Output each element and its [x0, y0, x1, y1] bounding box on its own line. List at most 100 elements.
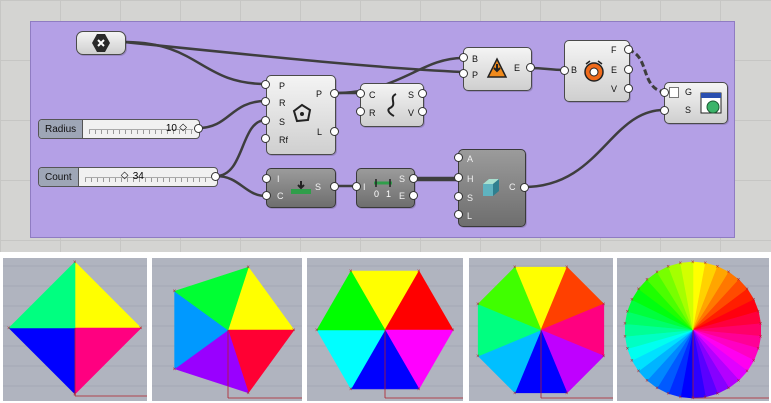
explode-output-s[interactable]: S	[408, 90, 414, 100]
flip-input-b[interactable]: B	[472, 54, 478, 64]
preview-input-s[interactable]: S	[685, 105, 691, 115]
vertex-marker: ×	[349, 387, 353, 393]
vertex-marker: ×	[752, 298, 756, 304]
deconstruct-output-f[interactable]: F	[611, 45, 617, 55]
vertex-marker: ×	[73, 260, 77, 266]
vertex-marker: ×	[626, 347, 630, 353]
polygon-output-l[interactable]: L	[317, 127, 322, 137]
colour-hsl-component[interactable]: A H S L C	[458, 149, 526, 227]
series-output-s[interactable]: S	[315, 182, 321, 192]
series-input-c[interactable]: C	[277, 191, 284, 201]
preview-pentagon: × × × × ×	[152, 258, 302, 401]
deconstruct-input-b[interactable]: B	[571, 65, 577, 75]
remap-component[interactable]: I S E 0 1	[356, 168, 415, 208]
polygon-input-s[interactable]: S	[279, 117, 285, 127]
explode-output-v[interactable]: V	[408, 108, 414, 118]
vertex-marker: ×	[637, 369, 641, 375]
radius-value: 10	[165, 123, 177, 134]
vertex-marker: ×	[476, 302, 480, 308]
vertex-marker: ×	[349, 269, 353, 275]
polygon-input-rf[interactable]: Rf	[279, 135, 288, 145]
series-input-i[interactable]: I	[277, 174, 280, 184]
colour-input-a[interactable]: A	[467, 154, 473, 164]
vertex-marker: ×	[513, 391, 517, 397]
slider-thumb-icon[interactable]: ◇	[121, 170, 129, 181]
vertex-marker: ×	[315, 328, 319, 334]
colour-output-c[interactable]: C	[509, 182, 516, 192]
vertex-marker: ×	[655, 386, 659, 392]
vertex-marker: ×	[716, 391, 720, 397]
explode-input-c[interactable]: C	[369, 90, 376, 100]
svg-text:1: 1	[386, 189, 391, 199]
remap-input-i[interactable]: I	[363, 182, 366, 192]
explode-component[interactable]: C R S V	[360, 83, 424, 127]
vertex-marker: ×	[626, 309, 630, 315]
vertex-marker: ×	[703, 261, 707, 267]
polygon-input-p[interactable]: P	[279, 81, 285, 91]
vertex-marker: ×	[759, 322, 763, 328]
colour-input-l[interactable]: L	[467, 211, 472, 221]
polygon-icon	[292, 103, 312, 123]
vertex-marker: ×	[173, 367, 177, 373]
deconstruct-brep-component[interactable]: B F E V	[564, 40, 630, 102]
colour-input-h[interactable]: H	[467, 174, 474, 184]
vertex-marker: ×	[630, 358, 634, 364]
preview-octagon: × × × × × × × ×	[469, 258, 613, 401]
preview-square: × × × ×	[3, 258, 147, 401]
vertex-marker: ×	[655, 270, 659, 276]
series-component[interactable]: I C S	[266, 168, 336, 208]
polygon-output-p[interactable]: P	[316, 89, 322, 99]
deconstruct-output-v[interactable]: V	[611, 84, 617, 94]
vertex-marker: ×	[292, 328, 296, 334]
colour-cube-icon	[483, 179, 499, 196]
flip-icon	[486, 57, 508, 78]
remap-output-s[interactable]: S	[399, 174, 405, 184]
vertex-marker: ×	[417, 387, 421, 393]
explode-input-r[interactable]: R	[369, 108, 376, 118]
deconstruct-output-e[interactable]: E	[611, 65, 617, 75]
flip-component[interactable]: B P E	[463, 47, 532, 91]
svg-text:0: 0	[374, 189, 379, 199]
vertex-marker: ×	[691, 260, 695, 266]
vertex-marker: ×	[759, 334, 763, 340]
vertex-marker: ×	[7, 326, 11, 332]
radius-label: Radius	[39, 120, 84, 138]
vertex-marker: ×	[737, 278, 741, 284]
deconstruct-brep-icon	[584, 60, 604, 82]
slider-thumb-icon[interactable]: ◇	[179, 122, 187, 133]
explode-curve-icon	[387, 93, 397, 117]
count-track[interactable]: ◇ 34	[79, 168, 217, 186]
flip-input-p[interactable]: P	[472, 70, 478, 80]
colour-input-s[interactable]: S	[467, 193, 473, 203]
vertex-marker: ×	[645, 278, 649, 284]
vertex-marker: ×	[679, 261, 683, 267]
radius-track[interactable]: 10 ◇	[83, 120, 199, 138]
vertex-marker: ×	[666, 391, 670, 397]
vertex-marker: ×	[745, 287, 749, 293]
vertex-marker: ×	[756, 309, 760, 315]
vertex-marker: ×	[666, 265, 670, 271]
vertex-marker: ×	[630, 298, 634, 304]
grasshopper-canvas[interactable]: Radius 10 ◇ Count ◇ 34 P R S Rf P L C R …	[0, 0, 771, 252]
count-slider[interactable]: Count ◇ 34	[38, 167, 218, 187]
xy-plane-icon	[92, 34, 110, 52]
preview-toggle[interactable]	[669, 87, 679, 98]
colour-wedge	[74, 261, 142, 329]
polygon-component[interactable]: P R S Rf P L	[266, 75, 336, 155]
vertex-marker: ×	[637, 287, 641, 293]
flip-output-e[interactable]: E	[514, 63, 520, 73]
vertex-marker: ×	[623, 334, 627, 340]
vertex-marker: ×	[727, 270, 731, 276]
preview-input-g[interactable]: G	[685, 87, 692, 97]
radius-slider[interactable]: Radius 10 ◇	[38, 119, 200, 139]
polygon-input-r[interactable]: R	[279, 98, 286, 108]
plane-param[interactable]	[76, 31, 126, 55]
remap-output-e[interactable]: E	[399, 191, 405, 201]
vertex-marker: ×	[602, 302, 606, 308]
vertex-marker: ×	[716, 265, 720, 271]
vertex-marker: ×	[679, 395, 683, 401]
preview-circle-34: × × × × × × × × × × × × × × × × × × × × × × × × × × × × × × × × × ×	[617, 258, 769, 401]
vertex-marker: ×	[173, 289, 177, 295]
custom-preview-component[interactable]: G S	[664, 82, 728, 124]
vertex-marker: ×	[752, 358, 756, 364]
